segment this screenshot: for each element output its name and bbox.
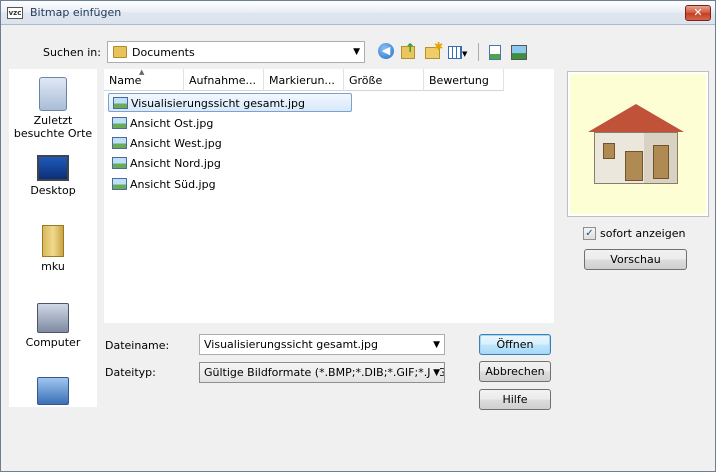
- preview-background: [570, 74, 706, 214]
- chevron-down-icon[interactable]: ▼: [430, 368, 440, 378]
- image-file-icon: [112, 157, 127, 169]
- file-name: Ansicht Ost.jpg: [130, 117, 214, 130]
- view-dropdown-icon: ▼: [462, 50, 468, 58]
- place-computer[interactable]: Computer: [9, 303, 97, 349]
- bitmap-insert-dialog: vzc Bitmap einfügen ✕ Suchen in: Documen…: [0, 0, 716, 472]
- file-row[interactable]: Ansicht Nord.jpg: [108, 154, 352, 173]
- file-row[interactable]: Visualisierungssicht gesamt.jpg: [108, 93, 352, 112]
- back-arrow-icon: ◀: [378, 43, 394, 59]
- file-name: Ansicht Süd.jpg: [130, 178, 216, 191]
- image-file-icon: [112, 178, 127, 190]
- file-name: Ansicht Nord.jpg: [130, 157, 221, 170]
- column-header-date[interactable]: Aufnahme...: [184, 69, 264, 91]
- view-grid-icon: [448, 46, 462, 59]
- image-button[interactable]: [511, 43, 529, 61]
- filetype-value: Gültige Bildformate (*.BMP;*.DIB;*.GIF;*…: [204, 366, 445, 379]
- preview-button[interactable]: Vorschau: [584, 249, 687, 270]
- column-label: Markierun...: [269, 74, 335, 87]
- document-icon: [489, 45, 501, 60]
- filename-input[interactable]: Visualisierungssicht gesamt.jpg ▼: [199, 334, 445, 355]
- up-folder-icon: ↑: [401, 41, 415, 59]
- file-name: Visualisierungssicht gesamt.jpg: [131, 97, 306, 110]
- back-button[interactable]: ◀: [378, 43, 396, 61]
- place-network[interactable]: [9, 377, 97, 408]
- column-label: Größe: [349, 74, 383, 87]
- image-file-icon: [112, 137, 127, 149]
- place-label: Zuletzt besuchte Orte: [13, 114, 93, 140]
- file-row[interactable]: Ansicht Ost.jpg: [108, 114, 352, 133]
- sort-ascending-icon: ▲: [139, 69, 145, 76]
- place-recent[interactable]: Zuletzt besuchte Orte: [9, 77, 97, 140]
- user-folder-icon: [42, 225, 64, 257]
- file-list[interactable]: ▲ Name Aufnahme... Markierun... Größe Be…: [104, 69, 554, 323]
- image-icon: [511, 45, 527, 60]
- file-row[interactable]: Ansicht Süd.jpg: [108, 175, 352, 194]
- new-folder-icon: ✱: [425, 40, 443, 59]
- network-icon: [37, 377, 69, 405]
- house-walls: [594, 132, 678, 184]
- house-roof: [588, 104, 684, 132]
- computer-icon: [37, 303, 69, 333]
- place-label: mku: [41, 260, 65, 273]
- image-file-icon: [112, 117, 127, 129]
- view-menu-button[interactable]: ▼: [448, 43, 472, 61]
- up-arrow-icon: ↑: [405, 41, 416, 55]
- lookin-combobox[interactable]: Documents ▼: [107, 41, 365, 63]
- app-icon: vzc: [7, 7, 23, 19]
- column-header-rating[interactable]: Bewertung: [424, 69, 504, 91]
- filename-value: Visualisierungssicht gesamt.jpg: [204, 338, 379, 351]
- column-header-name[interactable]: ▲ Name: [104, 69, 184, 91]
- close-button[interactable]: ✕: [685, 5, 711, 21]
- filename-label: Dateiname:: [105, 339, 170, 352]
- image-file-icon: [113, 97, 128, 109]
- column-header-tags[interactable]: Markierun...: [264, 69, 344, 91]
- column-label: Name: [109, 74, 142, 87]
- place-label: Desktop: [30, 184, 76, 197]
- help-button[interactable]: Hilfe: [479, 389, 551, 410]
- column-label: Bewertung: [429, 74, 489, 87]
- column-label: Aufnahme...: [189, 74, 257, 87]
- chevron-down-icon[interactable]: ▼: [430, 340, 440, 350]
- house-door: [625, 151, 643, 181]
- sparkle-icon: ✱: [434, 40, 444, 53]
- column-header-size[interactable]: Größe: [344, 69, 424, 91]
- new-folder-button[interactable]: ✱: [425, 40, 443, 61]
- file-row[interactable]: Ansicht West.jpg: [108, 134, 352, 153]
- cancel-button[interactable]: Abbrechen: [479, 361, 551, 382]
- recent-places-icon: [39, 77, 67, 111]
- toolbar-separator: [478, 43, 479, 61]
- folder-icon: [113, 46, 127, 58]
- window-title: Bitmap einfügen: [30, 6, 122, 19]
- instant-preview-label: sofort anzeigen: [600, 227, 686, 240]
- house-window: [653, 145, 669, 179]
- document-button[interactable]: [489, 43, 507, 61]
- image-preview: [567, 71, 709, 217]
- place-user[interactable]: mku: [9, 225, 97, 273]
- lookin-value: Documents: [132, 46, 195, 59]
- filetype-select[interactable]: Gültige Bildformate (*.BMP;*.DIB;*.GIF;*…: [199, 362, 445, 383]
- open-button[interactable]: Öffnen: [479, 334, 551, 355]
- filetype-label: Dateityp:: [105, 366, 156, 379]
- lookin-label: Suchen in:: [43, 46, 101, 59]
- chevron-down-icon[interactable]: ▼: [353, 47, 360, 57]
- desktop-icon: [37, 155, 69, 181]
- house-window: [603, 143, 615, 159]
- instant-preview-checkbox[interactable]: ✓: [583, 227, 596, 240]
- file-name: Ansicht West.jpg: [130, 137, 222, 150]
- up-folder-button[interactable]: ↑: [401, 41, 419, 61]
- places-bar: Zuletzt besuchte Orte Desktop mku Comput…: [9, 69, 97, 407]
- place-desktop[interactable]: Desktop: [9, 155, 97, 197]
- title-bar[interactable]: vzc Bitmap einfügen ✕: [1, 1, 715, 25]
- place-label: Computer: [25, 336, 81, 349]
